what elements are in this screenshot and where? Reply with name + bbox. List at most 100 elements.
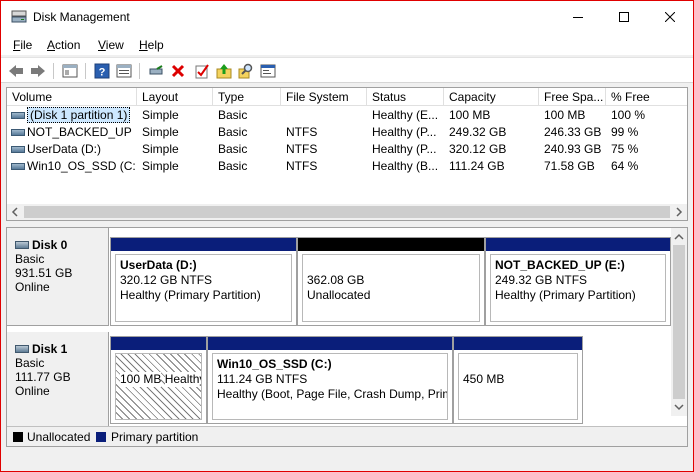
column-free-space[interactable]: Free Spa... [539,88,606,106]
search-button[interactable] [237,62,255,80]
minimize-button[interactable] [555,1,601,33]
volume-icon [11,112,25,119]
partition-win10-os-ssd[interactable]: Win10_OS_SSD (C:) 111.24 GB NTFS Healthy… [207,336,453,424]
table-row[interactable]: NOT_BACKED_UP ... Simple Basic NTFS Heal… [7,124,687,141]
partition-size: 249.32 GB NTFS [495,273,588,287]
horizontal-scroll-thumb[interactable] [24,206,670,218]
forward-button[interactable] [29,62,47,80]
partition-efi[interactable]: 100 MB Healthy (EFI System Partition) [110,336,207,424]
partition-name: Win10_OS_SSD (C:) [217,357,332,371]
menu-file[interactable]: File [13,38,32,52]
partition-unallocated[interactable]: 362.08 GB Unallocated [297,237,485,326]
partition-status: Healthy (Boot, Page File, Crash Dump, Pr… [217,387,447,401]
disk-type: Basic [15,252,45,266]
minimize-icon [573,17,583,18]
partition-size: 111.24 GB NTFS [217,372,308,386]
partition-status: Healthy (Primary Partition) [495,288,636,302]
volume-status: Healthy (B... [372,159,439,173]
menu-view[interactable]: View [98,38,124,52]
help-button[interactable]: ? [93,62,111,80]
check-button[interactable] [193,62,211,80]
volume-percent-free: 100 % [611,108,646,122]
show-hide-console-tree-button[interactable] [61,62,79,80]
scroll-right-icon[interactable] [674,207,684,217]
partition-name: NOT_BACKED_UP (E:) [495,258,625,272]
disk-graphical-view[interactable]: Disk 0 Basic 931.51 GB Online UserData (… [6,227,688,447]
vertical-scroll-thumb[interactable] [673,245,685,399]
unallocated-bar [298,238,484,251]
partition-status: Healthy (EFI System Partition) [164,372,201,387]
volume-name: NOT_BACKED_UP ... [27,125,135,139]
volume-name: UserData (D:) [27,142,102,156]
menu-bar: File Action View Help [1,35,693,55]
scroll-up-icon[interactable] [674,232,684,242]
menu-help[interactable]: Help [139,38,164,52]
primary-partition-bar [208,337,452,350]
disk-name: Disk 1 [32,342,68,356]
primary-partition-bar [111,337,206,350]
primary-partition-bar [486,238,670,251]
scroll-left-icon[interactable] [10,207,20,217]
column-volume[interactable]: Volume [7,88,137,106]
partition-size: 100 MB [120,372,162,387]
rescan-disks-button[interactable] [215,62,233,80]
scroll-down-icon[interactable] [674,402,684,412]
volume-capacity: 249.32 GB [449,125,507,139]
disk-1-label[interactable]: Disk 1 Basic 111.77 GB Online [7,332,109,426]
rescan-icon [216,64,232,79]
column-file-system[interactable]: File System [281,88,367,106]
unallocated-legend-swatch [13,432,23,442]
connect-virtual-disk-button[interactable] [147,62,165,80]
toolbar-separator [53,63,54,79]
format-button[interactable] [259,62,277,80]
disk-name: Disk 0 [32,238,68,252]
volume-list[interactable]: Volume Layout Type File System Status Ca… [6,87,688,221]
volume-status: Healthy (P... [372,142,437,156]
volume-type: Basic [218,125,248,139]
close-button[interactable] [647,1,693,33]
console-tree-icon [62,64,78,78]
volume-type: Basic [218,159,248,173]
forward-arrow-icon [31,65,45,77]
properties-icon [116,64,132,78]
back-button[interactable] [7,62,25,80]
disk-status: Online [15,280,50,294]
table-row[interactable]: (Disk 1 partition 1) Simple Basic Health… [7,107,687,124]
volume-layout: Simple [142,125,179,139]
disk-status: Online [15,384,50,398]
maximize-icon [619,12,629,22]
disk-0-label[interactable]: Disk 0 Basic 931.51 GB Online [7,228,109,326]
partition-not-backed-up[interactable]: NOT_BACKED_UP (E:) 249.32 GB NTFS Health… [485,237,671,326]
partition-recovery[interactable]: 450 MB [453,336,583,424]
volume-capacity: 100 MB [449,108,491,122]
disk-icon [15,345,29,353]
column-layout[interactable]: Layout [137,88,213,106]
check-icon [195,64,209,79]
svg-text:?: ? [99,67,106,79]
vertical-scrollbar[interactable] [671,228,687,416]
column-capacity[interactable]: Capacity [444,88,539,106]
horizontal-scrollbar[interactable] [7,204,687,220]
table-row[interactable]: Win10_OS_SSD (C:) Simple Basic NTFS Heal… [7,158,687,175]
volume-status: Healthy (E... [372,108,439,122]
partition-size: 320.12 GB NTFS [120,273,213,287]
table-row[interactable]: UserData (D:) Simple Basic NTFS Healthy … [7,141,687,158]
delete-button[interactable] [169,62,187,80]
help-icon: ? [94,63,110,79]
partition-userdata[interactable]: UserData (D:) 320.12 GB NTFS Healthy (Pr… [110,237,297,326]
volume-layout: Simple [142,108,179,122]
column-percent-free[interactable]: % Free [606,88,687,106]
column-status[interactable]: Status [367,88,444,106]
menu-action[interactable]: Action [47,38,80,52]
title-bar[interactable]: Disk Management [1,1,693,35]
partition-body: NOT_BACKED_UP (E:) 249.32 GB NTFS Health… [490,254,666,322]
maximize-button[interactable] [601,1,647,33]
disk-type: Basic [15,356,45,370]
partition-status: Healthy (Primary Partition) [120,288,261,302]
volume-free-space: 246.33 GB [544,125,602,139]
properties-button[interactable] [115,62,133,80]
partition-name: UserData (D:) [120,258,197,272]
volume-name: (Disk 1 partition 1) [27,107,131,123]
legend-unallocated: Unallocated [27,430,91,444]
column-type[interactable]: Type [213,88,281,106]
